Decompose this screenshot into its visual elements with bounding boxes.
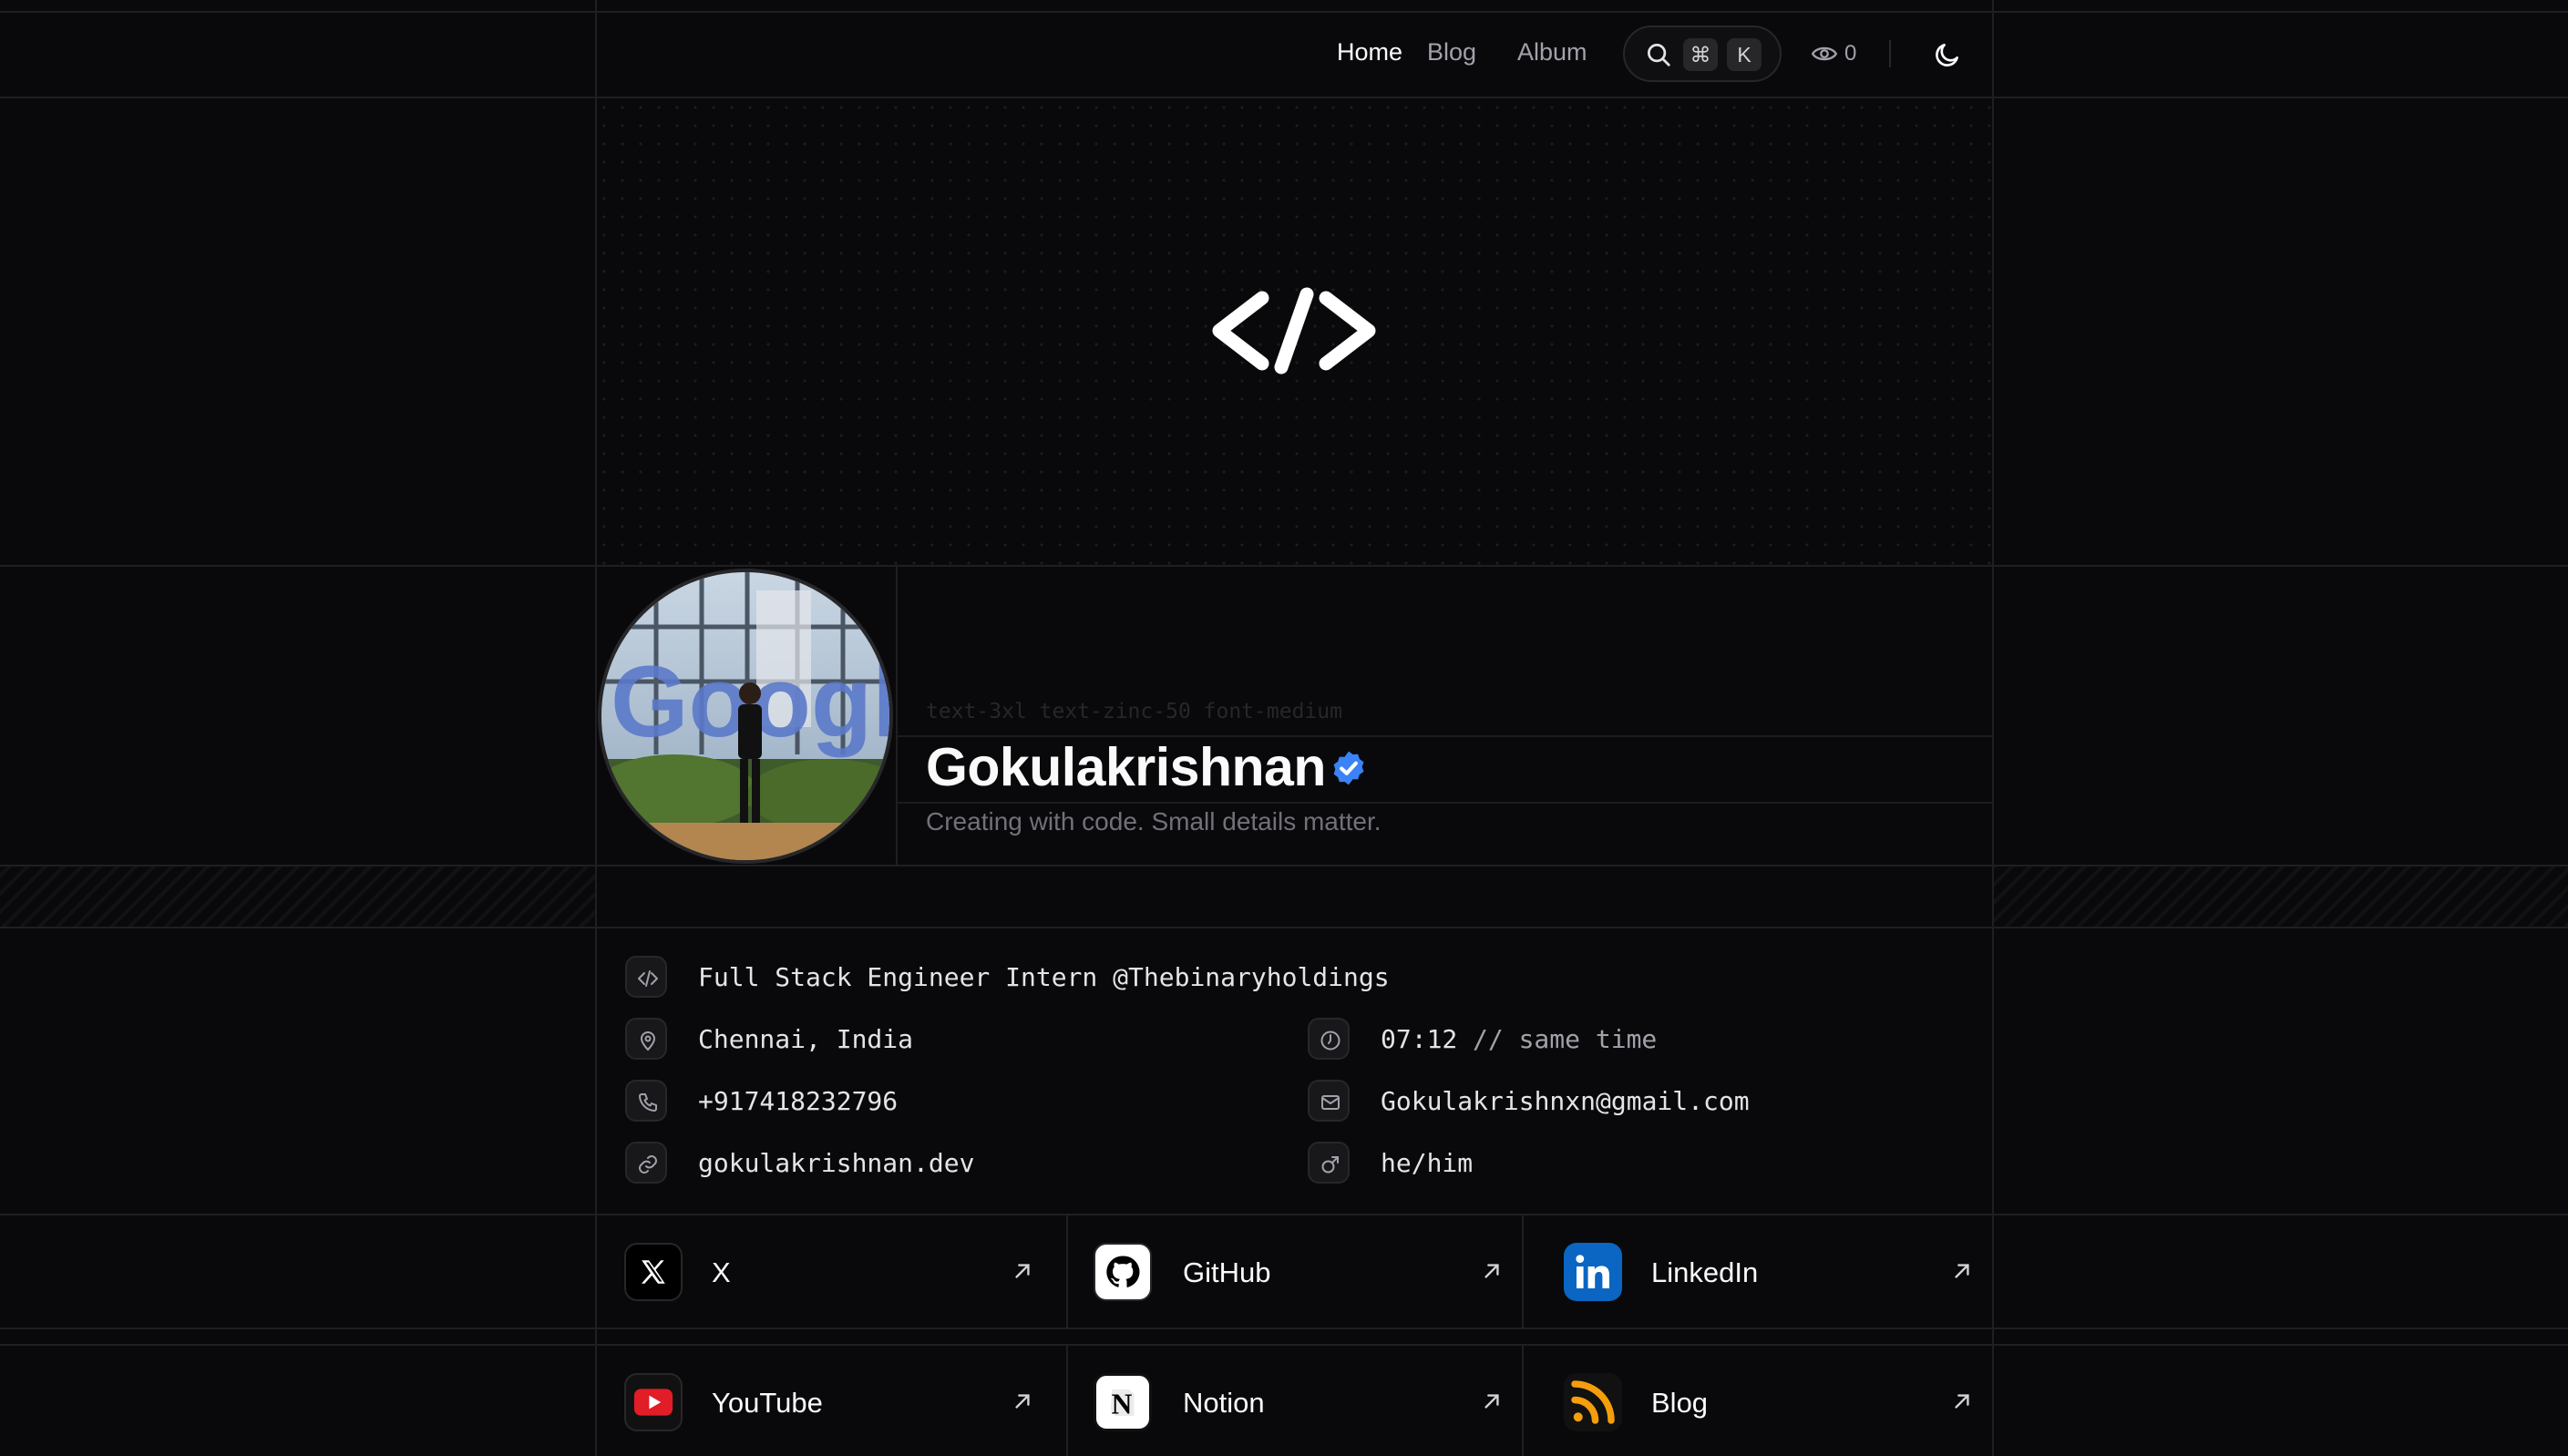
avatar: Google [598, 569, 893, 864]
linkedin-logo-icon [1564, 1243, 1622, 1301]
nav-album-link[interactable]: Album [1517, 38, 1587, 67]
youtube-logo-icon [624, 1373, 683, 1431]
arrow-up-right-icon [1484, 1394, 1499, 1409]
header-divider [1889, 40, 1891, 67]
phone-text[interactable]: +917418232796 [698, 1086, 898, 1116]
avatar-column-border [896, 565, 898, 865]
profile-tagline: Creating with code. Small details matter… [926, 807, 1382, 836]
theme-toggle-moon-icon[interactable] [1933, 40, 1962, 69]
location-text: Chennai, India [698, 1024, 914, 1054]
email-icon-box [1308, 1080, 1350, 1122]
top-border [0, 11, 2568, 13]
notion-logo-icon: N [1094, 1373, 1152, 1431]
class-hint: text-3xl text-zinc-50 font-medium [926, 700, 1342, 723]
local-time: 07:12 [1381, 1024, 1458, 1054]
social-label-blog: Blog [1651, 1387, 1709, 1419]
phone-icon-box [625, 1080, 667, 1122]
role-icon-box [625, 956, 667, 998]
social-link-linkedin[interactable]: LinkedIn [1524, 1215, 1992, 1328]
social-link-notion[interactable]: N Notion [1068, 1346, 1522, 1456]
nav-home-link[interactable]: Home [1337, 38, 1402, 67]
eye-icon [1812, 46, 1837, 61]
command-key: ⌘ [1683, 38, 1718, 71]
clock-icon [1320, 1030, 1340, 1051]
social-row-1-bottom-border [0, 1328, 2568, 1329]
k-key: K [1727, 38, 1762, 71]
x-logo-icon [624, 1243, 683, 1301]
website-icon-box [625, 1142, 667, 1184]
social-link-youtube[interactable]: YouTube [597, 1346, 1066, 1456]
arrow-up-right-icon [1015, 1264, 1030, 1278]
link-icon [639, 1155, 657, 1174]
time-note: // same time [1473, 1024, 1658, 1054]
search-icon [1648, 44, 1670, 67]
map-pin-icon [640, 1031, 656, 1051]
social-label-linkedin: LinkedIn [1651, 1256, 1759, 1288]
svg-text:N: N [1112, 1389, 1133, 1420]
stripes-center-mask [597, 866, 1992, 927]
code-brackets-icon [1212, 287, 1376, 374]
social-label-github: GitHub [1183, 1256, 1271, 1288]
social-link-x[interactable]: X [597, 1215, 1066, 1328]
male-symbol-icon [1321, 1156, 1339, 1174]
website-text[interactable]: gokulakrishnan.dev [698, 1148, 974, 1178]
rss-icon [1564, 1373, 1622, 1431]
social-link-github[interactable]: GitHub [1068, 1215, 1522, 1328]
social-link-blog[interactable]: Blog [1524, 1346, 1992, 1456]
pronouns-text: he/him [1381, 1148, 1474, 1178]
hero-bottom-border [0, 565, 2568, 567]
stripes-right-border [1992, 866, 1994, 927]
verified-badge-icon [1333, 751, 1364, 785]
email-text[interactable]: Gokulakrishnxn@gmail.com [1381, 1086, 1750, 1116]
arrow-up-right-icon [1955, 1394, 1969, 1409]
search-button[interactable]: ⌘ K [1623, 26, 1782, 82]
location-icon-box [625, 1018, 667, 1060]
time-icon-box [1308, 1018, 1350, 1060]
arrow-up-right-icon [1015, 1394, 1030, 1409]
stripes-bottom-border [0, 927, 2568, 928]
name-guide-line-bottom [898, 802, 1992, 804]
github-logo-icon [1094, 1243, 1152, 1301]
social-label-youtube: YouTube [712, 1387, 823, 1419]
social-label-notion: Notion [1183, 1387, 1265, 1419]
nav-blog-link[interactable]: Blog [1427, 38, 1476, 67]
pronouns-icon-box [1308, 1142, 1350, 1184]
profile-name: Gokulakrishnan [926, 737, 1326, 797]
phone-icon [639, 1093, 657, 1112]
arrow-up-right-icon [1955, 1264, 1969, 1278]
arrow-up-right-icon [1484, 1264, 1499, 1278]
social-label-x: X [712, 1256, 731, 1288]
view-count: 0 [1844, 41, 1857, 66]
right-column-border [1992, 0, 1994, 1456]
mail-icon [1321, 1095, 1340, 1110]
code-icon [638, 970, 658, 987]
role-text: Full Stack Engineer Intern @Thebinaryhol… [698, 962, 1390, 992]
